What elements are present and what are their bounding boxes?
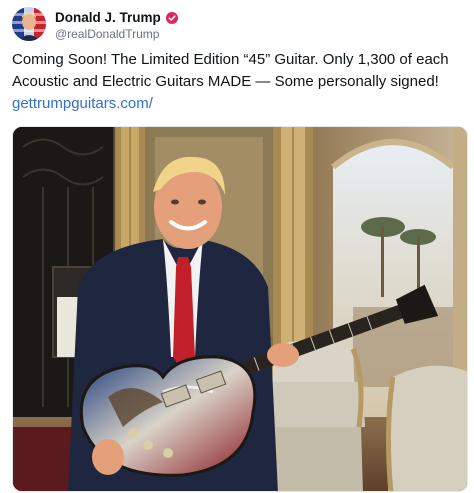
post-text-line: Coming Soon! The Limited Edition “45” Gu…	[12, 51, 449, 68]
post-photo[interactable]	[12, 126, 468, 492]
post-header: Donald J. Trump @realDonaldTrump	[12, 7, 462, 41]
post-text-line: Acoustic and Electric Guitars MADE — Som…	[12, 73, 439, 90]
avatar[interactable]	[12, 7, 46, 41]
post-body: Coming Soon! The Limited Edition “45” Gu…	[12, 49, 468, 93]
author-row: Donald J. Trump	[55, 9, 178, 25]
post-card: Donald J. Trump @realDonaldTrump Coming …	[0, 0, 474, 493]
author-display-name[interactable]: Donald J. Trump	[55, 10, 161, 25]
verified-badge-icon	[165, 11, 178, 24]
author-handle[interactable]: @realDonaldTrump	[55, 27, 159, 41]
post-link[interactable]: gettrumpguitars.com/	[12, 94, 153, 114]
